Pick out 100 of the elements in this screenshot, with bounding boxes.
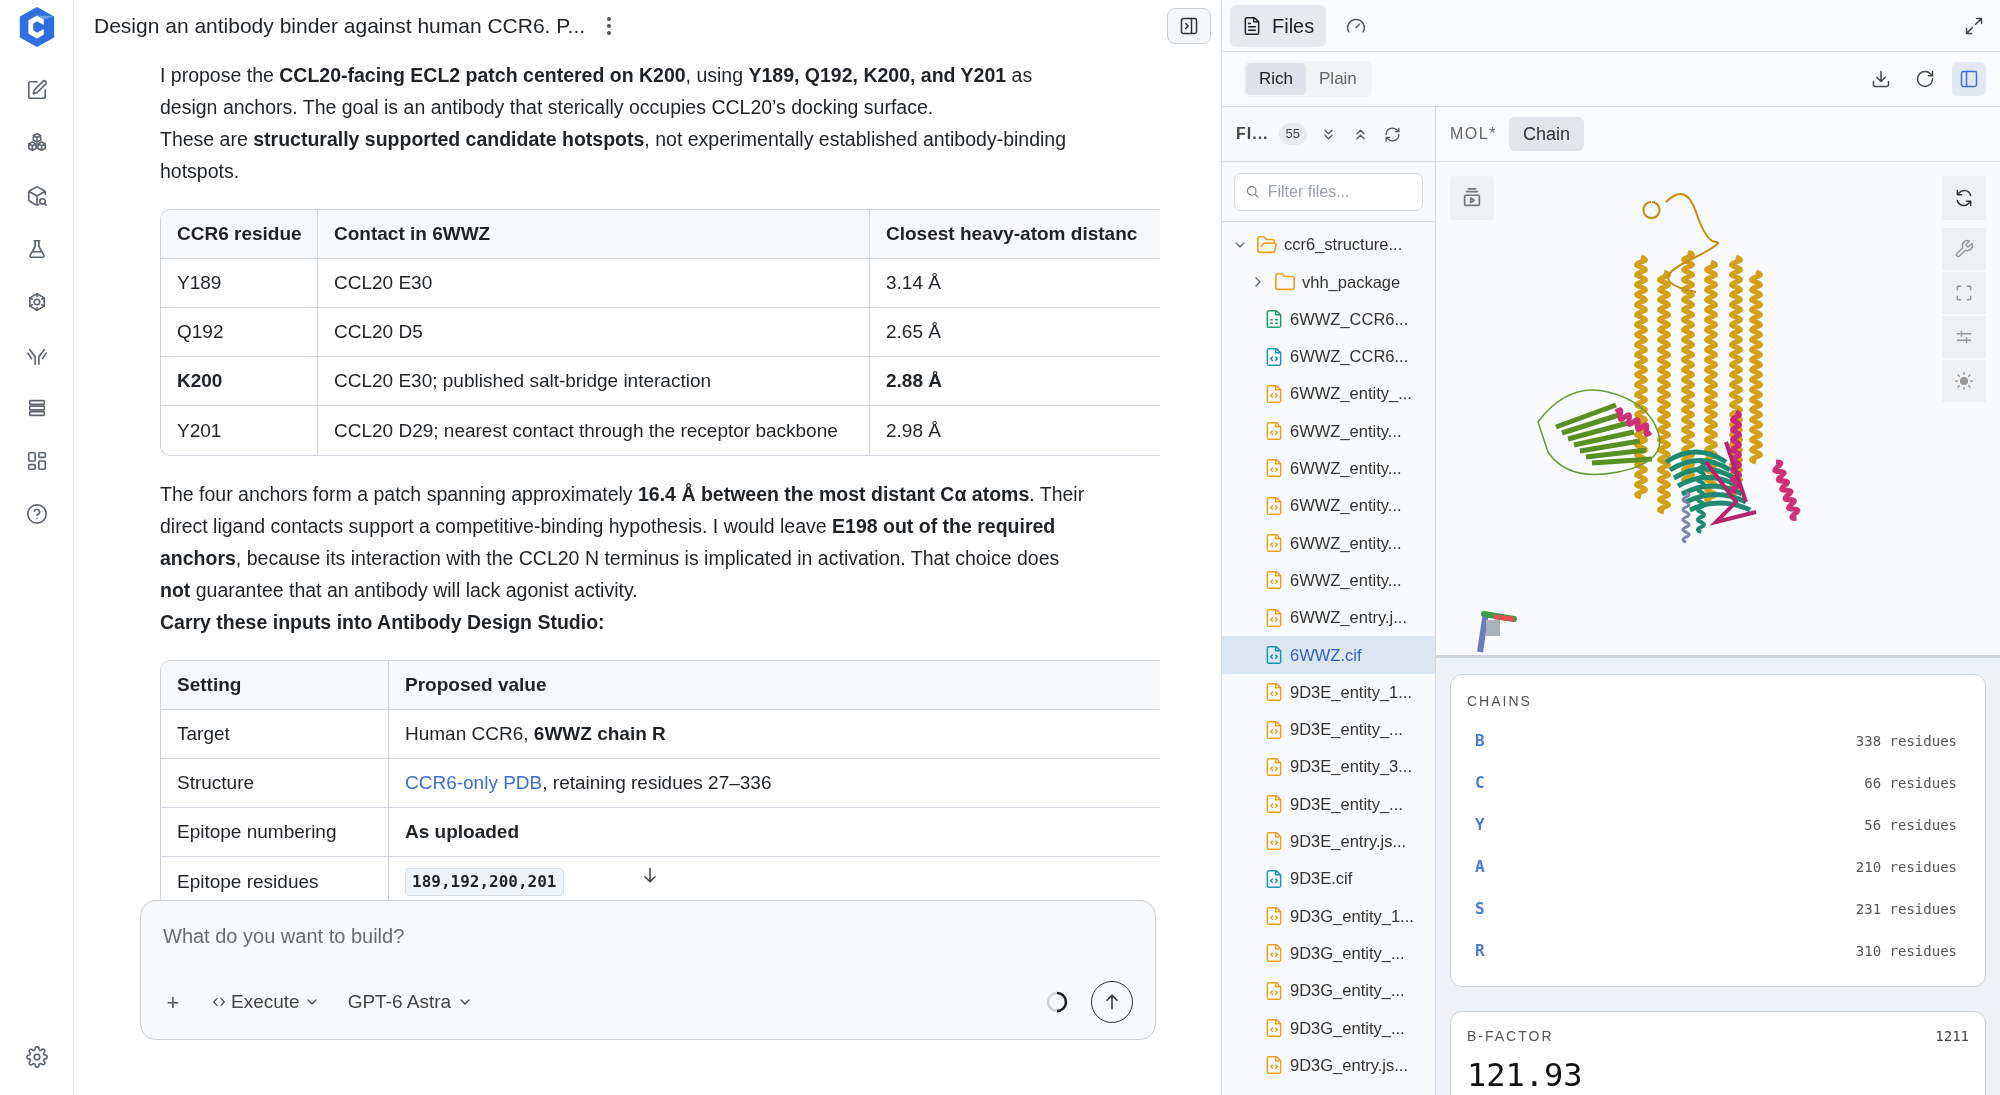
file-tree-item[interactable]: 9D3G_entity_... <box>1222 971 1435 1010</box>
cubes-icon <box>25 132 48 154</box>
file-tree-item[interactable]: 9D3G_entity_1... <box>1222 897 1435 935</box>
table-cell-text: Epitope residues <box>177 869 319 894</box>
kebab-menu-icon <box>606 16 613 36</box>
card-title: CHAINS <box>1467 692 1533 711</box>
table-cell-text: Epitope numbering <box>177 820 337 844</box>
column-header: Contact in 6WWZ <box>318 210 870 258</box>
new-chat-icon <box>25 79 48 101</box>
column-header: CCR6 residue <box>161 210 318 258</box>
file-tree-item[interactable]: 6WWZ_entity... <box>1222 487 1435 525</box>
snapshot-button[interactable] <box>1450 176 1494 220</box>
table-cell-text: CCL20 D29; nearest contact through the receptor backbone <box>334 418 838 443</box>
file-tree-item[interactable]: 6WWZ_entity... <box>1222 524 1435 562</box>
table-cell-text: 2.88 Å <box>886 369 942 393</box>
maximize-icon <box>1964 15 1984 36</box>
mode-dropdown[interactable]: Execute <box>211 987 320 1017</box>
code-file-icon <box>1264 644 1284 665</box>
table-cell-text: CCL20 E30 <box>334 271 433 295</box>
file-tree-item[interactable]: 6WWZ_entity... <box>1222 449 1435 488</box>
file-tree-item[interactable]: 9D3E.cif <box>1222 860 1435 898</box>
column-header: Proposed value <box>404 673 548 697</box>
film-icon <box>1461 187 1483 209</box>
file-tree-item[interactable]: 6WWZ_entry.j... <box>1222 598 1435 637</box>
view-mode-tab[interactable]: Rich <box>1246 63 1306 95</box>
paragraph: These are structurally supported candidate hotspots, not experimentally established antibody-binding hotspots. <box>160 127 1068 184</box>
sliders-button[interactable] <box>1942 316 1986 358</box>
file-tree-item[interactable]: ccr6_structure... <box>1222 226 1435 264</box>
file-tree-item[interactable]: 6WWZ_CCR6... <box>1222 337 1435 376</box>
download-icon <box>1871 69 1891 89</box>
code-file-icon <box>1264 346 1284 367</box>
chain-row[interactable]: R 310 residues <box>1467 930 1969 972</box>
rotate-button[interactable] <box>1942 176 1986 220</box>
chat-title: Design an antibody binder against human CCR6. P... <box>94 13 586 40</box>
panel-toggle-icon <box>1179 16 1199 36</box>
chain-row[interactable]: A 210 residues <box>1467 846 1969 888</box>
code-file-icon <box>1264 421 1284 442</box>
code-file-icon <box>1264 495 1284 516</box>
section-heading: Carry these inputs into Antibody Design Studio: <box>160 610 606 635</box>
chain-row[interactable]: C 66 residues <box>1467 762 1969 804</box>
file-tree-item[interactable]: 6WWZ_CCR6... <box>1222 300 1435 338</box>
file-tree-item[interactable]: 9D3E_entity_3... <box>1222 748 1435 786</box>
message-input[interactable]: What do you want to build? <box>163 921 1133 951</box>
file-tree-item[interactable]: vhh_package <box>1222 263 1435 301</box>
table-cell-text: CCL20 E30; published salt-bridge interaction <box>334 369 712 393</box>
chain-color-button[interactable]: Chain <box>1508 117 1584 151</box>
table-cell-text: Y201 <box>177 418 222 443</box>
table-cell-text: 3.14 Å <box>886 271 941 295</box>
file-tree-item[interactable]: 6WWZ_entity... <box>1222 561 1435 599</box>
sun-icon <box>1954 371 1974 391</box>
file-count-badge: 55 <box>1278 123 1308 145</box>
sidebar-icon <box>1959 69 1979 89</box>
column-header: Setting <box>161 661 389 709</box>
file-tree-item[interactable]: 9D3E_entity_... <box>1222 785 1435 823</box>
card-title: B-FACTOR <box>1467 1027 1554 1046</box>
filter-field[interactable]: Filter files... <box>1234 172 1423 211</box>
chain-row[interactable]: B 338 residues <box>1467 720 1969 762</box>
file-tree-item[interactable]: 9D3G_entry.js... <box>1222 1046 1435 1084</box>
code-file-icon <box>1264 458 1284 479</box>
settings-icon <box>25 1046 48 1068</box>
paragraph: The four anchors form a patch spanning approximately 16.4 Å between the most distant Cα atoms. Their direct ligand contacts support a competitive-binding hypothesis. I would leave E198 out of the required anchors, because its interaction with the CCL20 N terminus is implicated in activation. That choice does not guarantee that an antibody will lack agonist activity. <box>160 482 1086 603</box>
molecule-viewer[interactable] <box>1436 162 2000 658</box>
package-search-icon <box>25 185 48 207</box>
file-tree-item[interactable]: 9D3G_entity_... <box>1222 1009 1435 1047</box>
count-label: 1211 <box>1935 1027 1969 1046</box>
axes-drawing <box>1477 611 1517 653</box>
table-cell-text: As uploaded <box>405 820 519 844</box>
code-file-icon <box>1264 383 1284 404</box>
file-tree-item[interactable]: 6WWZ_entity... <box>1222 412 1435 450</box>
open-folder-icon <box>1256 233 1278 256</box>
view-mode-tab[interactable]: Plain <box>1306 63 1370 95</box>
chain-row[interactable]: Y 56 residues <box>1467 804 1969 846</box>
help-icon <box>25 503 48 525</box>
panel-toggle-button[interactable] <box>1167 8 1211 44</box>
document-icon <box>1242 15 1262 36</box>
code-file-icon <box>1264 980 1284 1001</box>
file-tree-item[interactable]: 9D3G_entity_... <box>1222 934 1435 972</box>
files-tab[interactable]: Files <box>1230 4 1327 47</box>
search-icon <box>1245 183 1260 200</box>
file-tree-item[interactable]: 6WWZ.cif <box>1222 636 1435 674</box>
viewer-label: MOL* <box>1450 124 1497 144</box>
chain-row[interactable]: S 231 residues <box>1467 888 1969 930</box>
file-tree-item[interactable]: 9D3E_entity_... <box>1222 710 1435 749</box>
folder-icon <box>1274 270 1296 293</box>
b-factor-value: 121.93 <box>1467 1055 1584 1095</box>
code-file-icon <box>1264 1017 1284 1038</box>
add-button[interactable]: + <box>163 985 183 1019</box>
filter-input[interactable]: Filter files... <box>1267 179 1412 204</box>
table-cell-text: 2.98 Å <box>886 418 941 443</box>
sliders-icon <box>1954 327 1974 347</box>
code-file-icon <box>1264 719 1284 740</box>
sidebar-toggle-button[interactable] <box>1952 62 1986 96</box>
file-tree-item[interactable]: 9D3E_entry.js... <box>1222 822 1435 861</box>
model-dropdown[interactable]: GPT-6 Astra <box>347 987 474 1017</box>
table-cell-text: Y189 <box>177 271 222 295</box>
file-tree-item[interactable]: 9D3E_entity_1... <box>1222 673 1435 711</box>
code-file-icon <box>1264 570 1284 591</box>
paragraph: I propose the CCL20-facing ECL2 patch centered on K200, using Y189, Q192, K200, and Y201 as design anchors. The goal is an antibody that sterically occupies CCL20’s docking surface. <box>160 63 1034 120</box>
file-tree-item[interactable]: 6WWZ_entity_... <box>1222 375 1435 413</box>
link[interactable]: CCR6-only PDB <box>405 772 543 793</box>
